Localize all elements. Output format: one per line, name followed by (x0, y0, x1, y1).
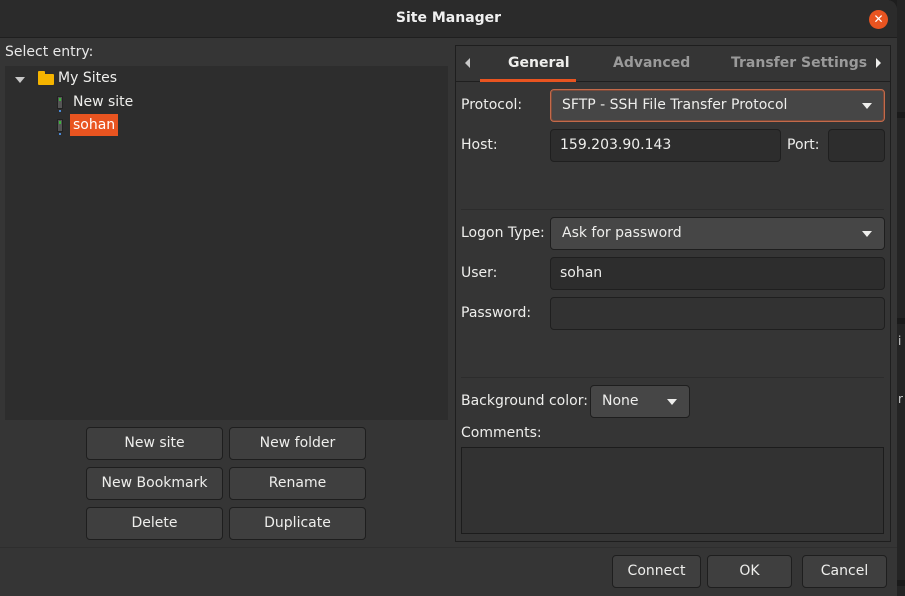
tab-scroll-left-icon[interactable] (465, 58, 470, 68)
password-label: Password: (461, 305, 532, 321)
host-input[interactable]: 159.203.90.143 (550, 129, 781, 162)
background-text: r (898, 392, 903, 406)
window-title: Site Manager (395, 10, 502, 26)
tab-general[interactable]: General (508, 55, 570, 71)
tab-bar: General Advanced Transfer Settings (456, 46, 890, 82)
new-folder-button[interactable]: New folder (229, 427, 366, 460)
new-bookmark-button[interactable]: New Bookmark (86, 467, 223, 500)
folder-icon (38, 71, 54, 85)
protocol-dropdown[interactable]: SFTP - SSH File Transfer Protocol (550, 89, 885, 122)
password-input[interactable] (550, 297, 885, 330)
close-button[interactable]: ✕ (869, 10, 888, 29)
site-settings-notebook: General Advanced Transfer Settings Proto… (455, 45, 891, 542)
site-list-pane: Select entry: My Sites New site sohan Ne… (0, 39, 450, 547)
tree-item-new-site[interactable]: New site (57, 91, 136, 113)
background-strip (897, 580, 905, 586)
tree-item-label: New site (73, 94, 134, 110)
logon-type-dropdown[interactable]: Ask for password (550, 217, 885, 250)
expander-down-icon[interactable] (15, 77, 25, 83)
connect-button[interactable]: Connect (612, 555, 701, 588)
chevron-down-icon (862, 231, 872, 237)
site-manager-dialog: Site Manager ✕ Select entry: My Sites Ne… (0, 0, 897, 596)
user-label: User: (461, 265, 498, 281)
port-label: Port: (787, 137, 820, 153)
protocol-label: Protocol: (461, 97, 523, 113)
comments-label: Comments: (461, 425, 542, 441)
protocol-value: SFTP - SSH File Transfer Protocol (562, 97, 788, 113)
host-value: 159.203.90.143 (560, 137, 672, 153)
chevron-down-icon (667, 399, 677, 405)
select-entry-label: Select entry: (5, 44, 94, 60)
chevron-down-icon (862, 103, 872, 109)
footer-divider (0, 547, 897, 548)
separator (461, 209, 884, 210)
port-input[interactable] (828, 129, 885, 162)
background-text: i (898, 334, 902, 348)
titlebar: Site Manager ✕ (0, 0, 897, 38)
background-color-dropdown[interactable]: None (590, 385, 690, 418)
tree-item-sohan[interactable]: sohan (57, 114, 119, 136)
user-input[interactable]: sohan (550, 257, 885, 290)
background-color-value: None (602, 393, 639, 409)
tab-advanced[interactable]: Advanced (613, 55, 690, 71)
rename-button[interactable]: Rename (229, 467, 366, 500)
tab-transfer-settings[interactable]: Transfer Settings (731, 55, 867, 71)
user-value: sohan (560, 265, 603, 281)
tree-item-label: My Sites (58, 70, 117, 86)
cancel-button[interactable]: Cancel (802, 555, 887, 588)
background-application: i r (897, 0, 905, 596)
tree-item-label: sohan (70, 114, 119, 136)
tree-item-my-sites[interactable]: My Sites (5, 68, 205, 90)
tab-scroll-right-icon[interactable] (876, 58, 881, 68)
delete-button[interactable]: Delete (86, 507, 223, 540)
separator (461, 377, 884, 378)
logon-type-value: Ask for password (562, 225, 682, 241)
background-color-label: Background color: (461, 393, 588, 409)
background-strip (897, 112, 905, 118)
duplicate-button[interactable]: Duplicate (229, 507, 366, 540)
site-tree[interactable]: My Sites New site sohan (5, 66, 448, 420)
new-site-button[interactable]: New site (86, 427, 223, 460)
background-strip (897, 318, 905, 324)
comments-textarea[interactable] (461, 447, 884, 534)
server-icon (57, 118, 63, 135)
close-icon: ✕ (873, 12, 884, 26)
active-tab-indicator (480, 79, 576, 82)
ok-button[interactable]: OK (707, 555, 792, 588)
server-icon (57, 95, 63, 112)
logon-type-label: Logon Type: (461, 225, 545, 241)
host-label: Host: (461, 137, 498, 153)
